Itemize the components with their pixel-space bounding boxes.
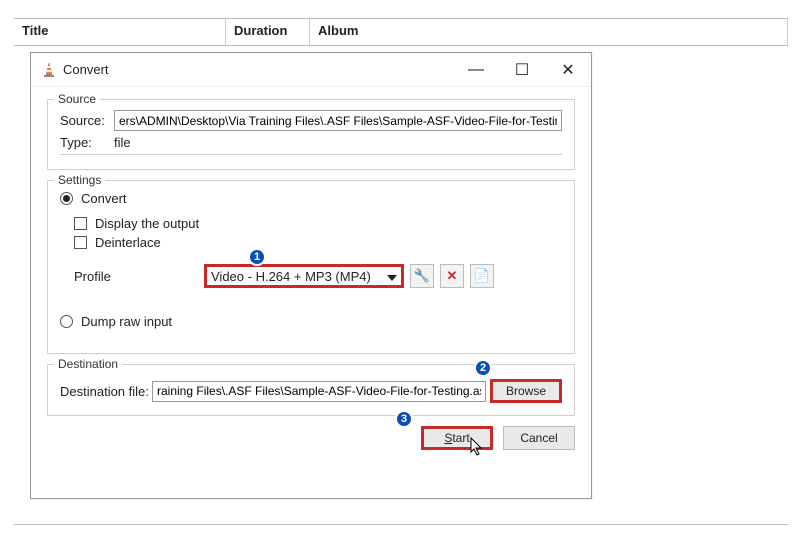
cancel-label: Cancel: [520, 431, 557, 445]
convert-dialog: Convert — ☐ ✕ Source Source: Type: file: [30, 52, 592, 499]
source-label: Source:: [60, 113, 114, 128]
delete-icon: ✕: [447, 268, 458, 284]
browse-label: Browse: [506, 384, 546, 398]
source-group-label: Source: [54, 92, 100, 106]
start-label: Start: [444, 431, 469, 445]
column-headers: Title Duration Album: [14, 18, 788, 46]
type-value: file: [114, 135, 131, 150]
cancel-button[interactable]: Cancel: [503, 426, 575, 450]
badge-1: 1: [248, 248, 266, 266]
new-profile-icon: 📄: [474, 268, 490, 284]
dialog-titlebar[interactable]: Convert — ☐ ✕: [31, 53, 591, 87]
badge-3: 3: [395, 410, 413, 428]
badge-2: 2: [474, 359, 492, 377]
destination-group-label: Destination: [54, 357, 122, 371]
new-profile-button[interactable]: 📄: [470, 264, 494, 288]
dump-raw-radio[interactable]: [60, 315, 73, 328]
convert-radio[interactable]: [60, 192, 73, 205]
destination-label: Destination file:: [60, 384, 152, 399]
deinterlace-checkbox[interactable]: [74, 236, 87, 249]
source-group: Source Source: Type: file: [47, 99, 575, 170]
column-album[interactable]: Album: [310, 19, 788, 45]
dump-raw-label: Dump raw input: [81, 314, 172, 329]
column-title[interactable]: Title: [14, 19, 226, 45]
cursor-icon: [470, 437, 486, 457]
convert-label: Convert: [81, 191, 127, 206]
start-button[interactable]: Start: [421, 426, 493, 450]
settings-group: Settings Convert Display the output Dein…: [47, 180, 575, 354]
minimize-button[interactable]: —: [453, 53, 499, 87]
dialog-title: Convert: [63, 62, 109, 77]
type-label: Type:: [60, 135, 114, 150]
display-output-label: Display the output: [95, 216, 199, 231]
maximize-button[interactable]: ☐: [499, 53, 545, 87]
close-button[interactable]: ✕: [545, 53, 591, 87]
profile-combo[interactable]: Video - H.264 + MP3 (MP4): [204, 264, 404, 288]
source-input[interactable]: [114, 110, 562, 131]
profile-label: Profile: [74, 269, 204, 284]
deinterlace-label: Deinterlace: [95, 235, 161, 250]
settings-group-label: Settings: [54, 173, 105, 187]
wrench-icon: 🔧: [414, 268, 430, 284]
display-output-checkbox[interactable]: [74, 217, 87, 230]
edit-profile-button[interactable]: 🔧: [410, 264, 434, 288]
delete-profile-button[interactable]: ✕: [440, 264, 464, 288]
profile-value: Video - H.264 + MP3 (MP4): [211, 269, 371, 284]
destination-group: Destination 2 Destination file: Browse: [47, 364, 575, 416]
column-duration[interactable]: Duration: [226, 19, 310, 45]
destination-input[interactable]: [152, 381, 486, 402]
vlc-icon: [41, 62, 57, 78]
browse-button[interactable]: Browse: [490, 379, 562, 403]
